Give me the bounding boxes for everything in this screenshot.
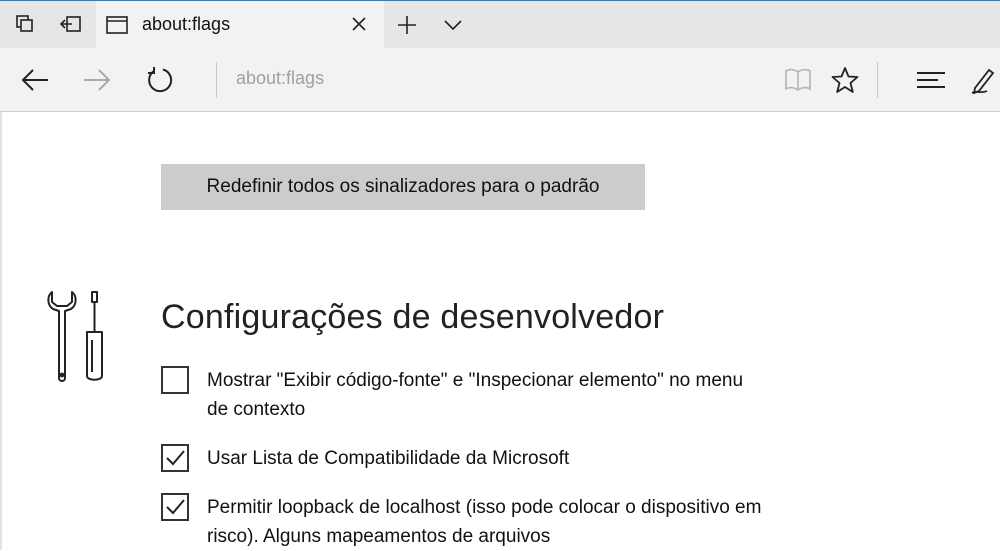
address-bar[interactable]: about:flags xyxy=(236,68,324,89)
star-icon[interactable] xyxy=(828,63,862,97)
book-icon[interactable] xyxy=(781,63,815,97)
close-icon[interactable] xyxy=(348,13,370,35)
address-separator xyxy=(216,62,217,98)
tab-title: about:flags xyxy=(142,14,231,34)
option-label: Usar Lista de Compatibilidade da Microso… xyxy=(207,448,570,469)
forward-arrow-icon[interactable] xyxy=(80,63,114,97)
option-label: Mostrar "Exibir código-fonte" e "Inspeci… xyxy=(207,370,744,420)
set-aside-tabs-icon[interactable] xyxy=(58,11,84,37)
plus-icon[interactable] xyxy=(394,12,420,38)
tab-bar: about:flags xyxy=(0,0,1000,49)
option-label: Permitir loopback de localhost (isso pod… xyxy=(207,497,762,547)
content-border xyxy=(0,112,2,550)
wrench-screwdriver-icon xyxy=(46,290,110,386)
chevron-down-icon[interactable] xyxy=(440,12,466,38)
checkmark-icon xyxy=(166,450,185,466)
checkbox-show-view-source[interactable] xyxy=(161,366,189,394)
checkmark-icon xyxy=(166,499,185,515)
tab-about-flags[interactable]: about:flags xyxy=(96,1,384,49)
refresh-icon[interactable] xyxy=(143,63,177,97)
back-arrow-icon[interactable] xyxy=(18,63,52,97)
page-icon xyxy=(106,14,128,36)
section-title: Configurações de desenvolvedor xyxy=(161,298,665,336)
tabs-preview-icon[interactable] xyxy=(12,11,38,37)
checkbox-localhost-loopback[interactable] xyxy=(161,493,189,521)
checkbox-compat-list[interactable] xyxy=(161,444,189,472)
hub-icon[interactable] xyxy=(914,63,948,97)
navigation-bar: about:flags xyxy=(0,48,1000,112)
toolbar-separator xyxy=(877,62,878,98)
pen-icon[interactable] xyxy=(966,63,1000,97)
reset-all-flags-button[interactable]: Redefinir todos os sinalizadores para o … xyxy=(161,164,645,210)
